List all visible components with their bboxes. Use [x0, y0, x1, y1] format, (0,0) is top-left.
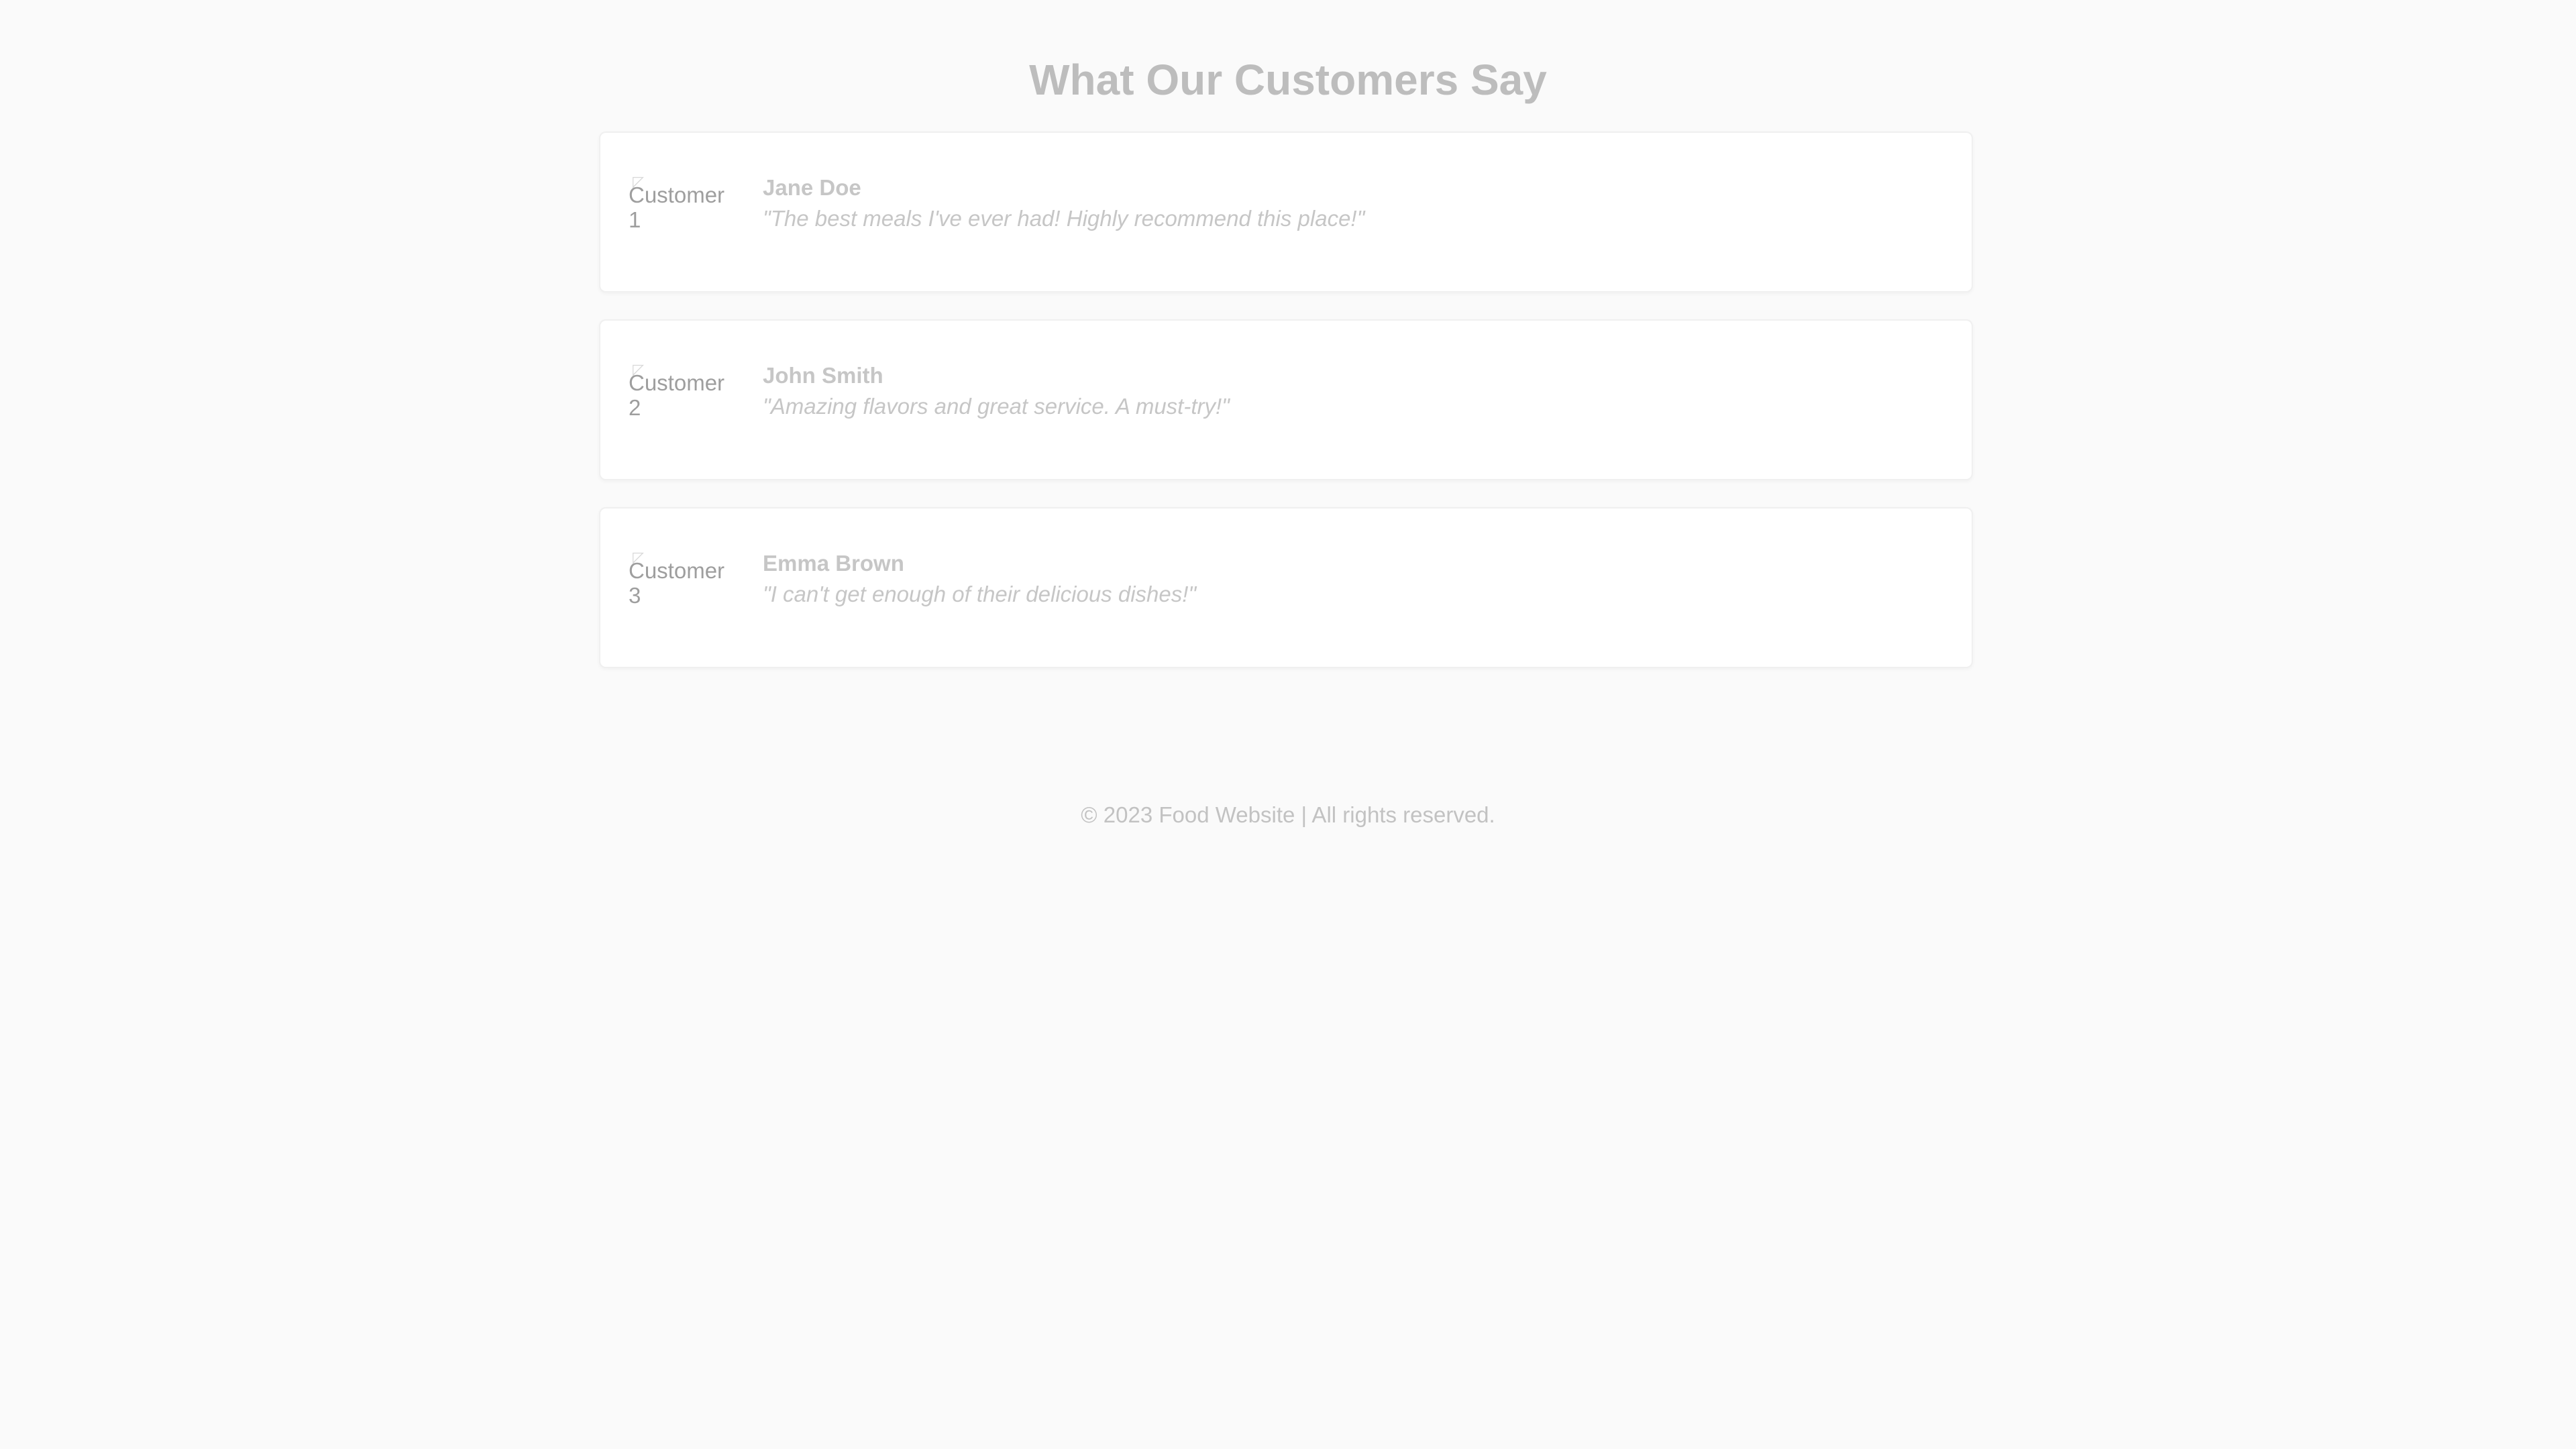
avatar-alt-text: Customer 1	[629, 182, 725, 232]
customer-name: Jane Doe	[763, 175, 861, 200]
page-title: What Our Customers Say	[1029, 56, 1547, 104]
testimonial-card: ◸ Customer 3 Emma Brown "I can't get eno…	[599, 507, 1973, 668]
customer-avatar: ◸ Customer 1	[629, 173, 729, 248]
customer-avatar: ◸ Customer 2	[629, 361, 729, 436]
avatar-alt-text: Customer 3	[629, 558, 725, 608]
page-footer: © 2023 Food Website | All rights reserve…	[1081, 802, 1495, 827]
testimonial-content: John Smith "Amazing flavors and great se…	[763, 362, 1945, 421]
testimonial-quote: "The best meals I've ever had! Highly re…	[763, 206, 1365, 231]
testimonial-list: ◸ Customer 1 Jane Doe "The best meals I'…	[599, 131, 1973, 695]
testimonial-card: ◸ Customer 2 John Smith "Amazing flavors…	[599, 319, 1973, 480]
customer-avatar: ◸ Customer 3	[629, 549, 729, 624]
testimonial-content: Emma Brown "I can't get enough of their …	[763, 550, 1945, 609]
testimonial-quote: "I can't get enough of their delicious d…	[763, 582, 1197, 606]
testimonial-quote: "Amazing flavors and great service. A mu…	[763, 394, 1230, 419]
customer-name: John Smith	[763, 363, 883, 388]
avatar-alt-text: Customer 2	[629, 370, 725, 420]
customer-name: Emma Brown	[763, 551, 904, 576]
testimonial-content: Jane Doe "The best meals I've ever had! …	[763, 174, 1945, 233]
testimonial-card: ◸ Customer 1 Jane Doe "The best meals I'…	[599, 131, 1973, 292]
testimonials-page: What Our Customers Say ◸ Customer 1 Jane…	[0, 0, 2576, 1449]
